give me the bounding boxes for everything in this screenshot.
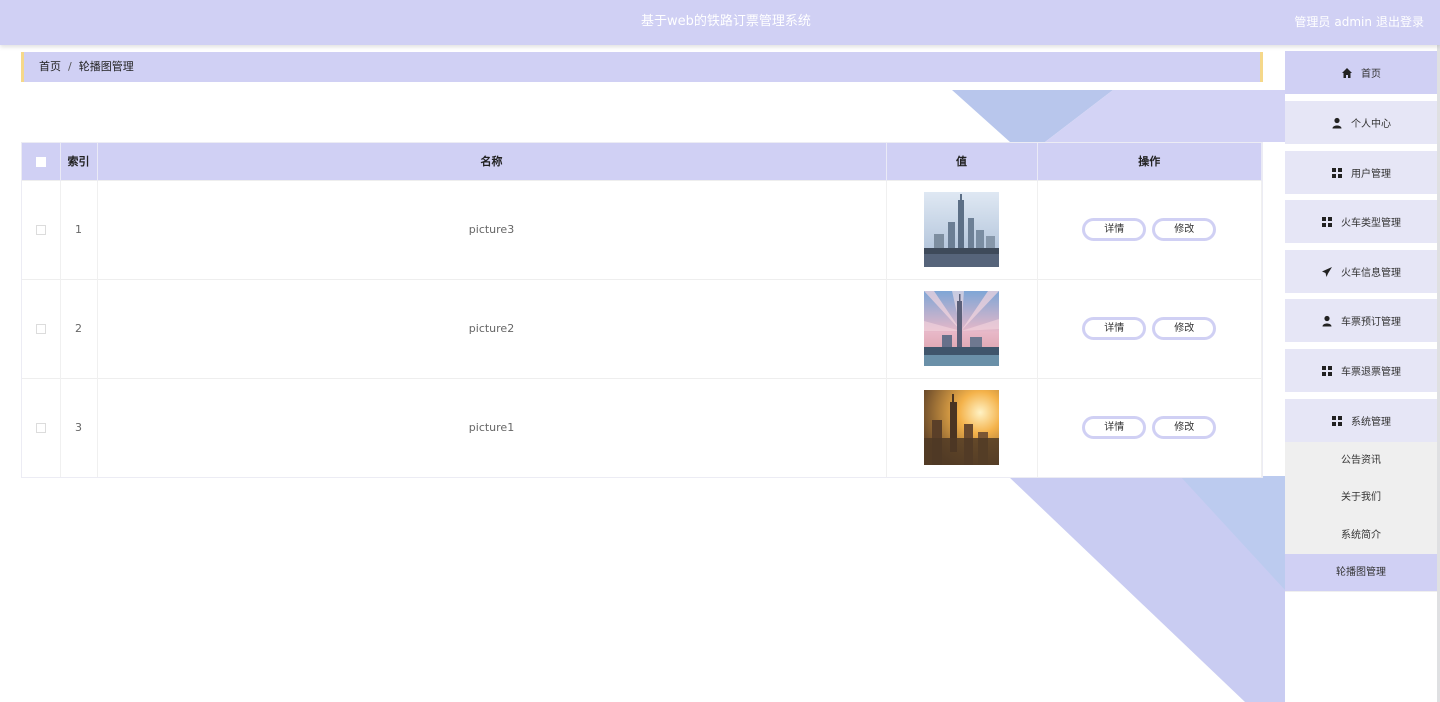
row-name: picture1 [97,378,887,477]
edit-button[interactable]: 修改 [1152,416,1217,440]
select-all-checkbox[interactable] [35,156,46,167]
detail-button[interactable]: 详情 [1082,416,1147,440]
table-row: 1 picture3 详情 修改 [22,180,1262,279]
submenu-item-system-intro[interactable]: 系统简介 [1285,517,1437,554]
sidebar-item-home[interactable]: 首页 [1285,51,1437,94]
carousel-table: 索引 名称 值 操作 1 picture3 详情 修改 2 picture2 详… [21,142,1263,478]
header-index: 索引 [60,143,98,180]
logout-link[interactable]: 退出登录 [1376,15,1424,29]
breadcrumb: 首页 / 轮播图管理 [21,52,1263,82]
row-value [886,279,1038,378]
row-index: 3 [60,378,98,477]
row-name: picture2 [97,279,887,378]
breadcrumb-home[interactable]: 首页 [39,60,61,73]
sidebar-item-train-type[interactable]: 火车类型管理 [1285,200,1437,243]
row-actions: 详情 修改 [1037,180,1262,279]
breadcrumb-separator: / [68,60,72,73]
sidebar-item-system-management[interactable]: 系统管理 [1285,399,1437,442]
sidebar-item-label: 车票预订管理 [1341,317,1401,328]
sidebar-item-label: 首页 [1361,69,1381,80]
header-name: 名称 [97,143,887,180]
submenu-item-about-us[interactable]: 关于我们 [1285,479,1437,516]
header-actions: 操作 [1037,143,1262,180]
user-area: 管理员 admin 退出登录 [1290,0,1424,44]
row-value [886,378,1038,477]
sidebar-item-label: 火车信息管理 [1341,268,1401,279]
grid-icon [1331,415,1343,427]
sidebar-item-ticket-booking[interactable]: 车票预订管理 [1285,299,1437,342]
row-checkbox[interactable] [35,324,46,334]
home-icon [1341,67,1353,79]
row-checkbox[interactable] [35,423,46,434]
sidebar-item-label: 用户管理 [1351,169,1391,180]
sidebar-item-ticket-refund[interactable]: 车票退票管理 [1285,349,1437,392]
system-submenu: 公告资讯 关于我们 系统简介 轮播图管理 [1285,442,1437,592]
header-value: 值 [886,143,1038,180]
user-icon [1331,117,1343,129]
row-index: 2 [60,279,98,378]
row-index: 1 [60,180,98,279]
row-checkbox[interactable] [35,225,46,235]
row-value [886,180,1038,279]
row-actions: 详情 修改 [1037,279,1262,378]
row-actions: 详情 修改 [1037,378,1262,477]
city-skyline-blue-image[interactable] [924,192,999,267]
sidebar-menu: 首页 个人中心 用户管理 火车类型管理 火车信息管理 车票预订管理 车票退票管理… [1285,45,1440,702]
sidebar-item-label: 车票退票管理 [1341,367,1401,378]
tower-sunset-rays-image[interactable] [924,291,999,366]
row-checkbox-cell [22,279,61,378]
sidebar-item-personal-center[interactable]: 个人中心 [1285,101,1437,144]
row-name: picture3 [97,180,887,279]
paper-plane-icon [1321,266,1333,278]
submenu-item-announcements[interactable]: 公告资讯 [1285,442,1437,479]
header-checkbox-cell [22,143,61,180]
username: admin [1334,15,1372,29]
table-row: 2 picture2 详情 修改 [22,279,1262,378]
edit-button[interactable]: 修改 [1152,317,1217,340]
table-header-row: 索引 名称 值 操作 [22,143,1262,180]
detail-button[interactable]: 详情 [1082,218,1147,241]
grid-icon [1321,365,1333,377]
row-checkbox-cell [22,378,61,477]
sidebar-item-user-management[interactable]: 用户管理 [1285,151,1437,194]
user-icon [1321,315,1333,327]
role-label: 管理员 [1294,15,1331,29]
sidebar-item-label: 系统管理 [1351,417,1391,428]
edit-button[interactable]: 修改 [1152,218,1217,241]
breadcrumb-current: 轮播图管理 [78,60,134,73]
sidebar-item-label: 个人中心 [1351,119,1391,130]
top-header: 基于web的铁路订票管理系统 管理员 admin 退出登录 [0,0,1440,45]
grid-icon [1331,167,1343,179]
city-golden-sunrise-image[interactable] [924,390,999,466]
sidebar-item-label: 火车类型管理 [1341,218,1401,229]
app-title: 基于web的铁路订票管理系统 [641,14,811,29]
grid-icon [1321,216,1333,228]
submenu-item-carousel-management[interactable]: 轮播图管理 [1285,554,1437,591]
row-checkbox-cell [22,180,61,279]
detail-button[interactable]: 详情 [1082,317,1147,340]
table-row: 3 picture1 详情 修改 [22,378,1262,477]
sidebar-item-train-info[interactable]: 火车信息管理 [1285,250,1437,293]
